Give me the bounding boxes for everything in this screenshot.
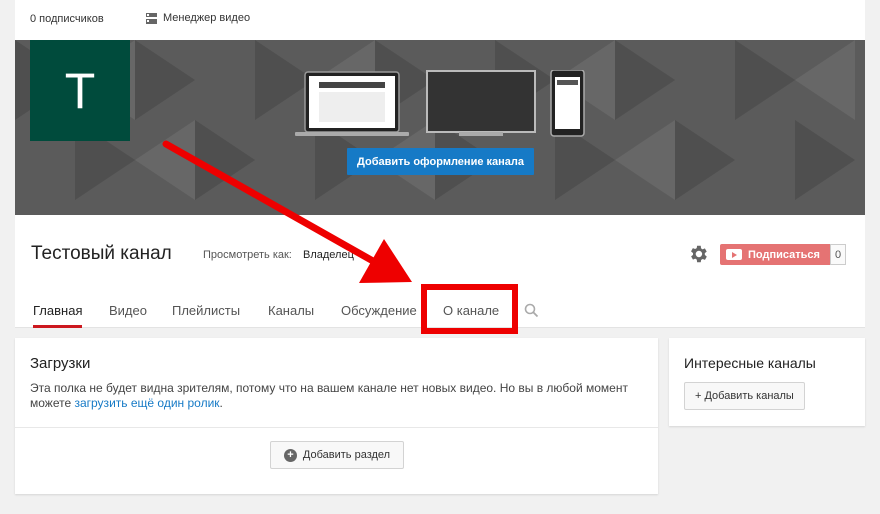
youtube-play-icon [726, 249, 742, 260]
view-as-label: Просмотреть как: [203, 249, 292, 261]
tab-channels[interactable]: Каналы [268, 303, 314, 328]
tab-playlists[interactable]: Плейлисты [172, 303, 240, 328]
channel-topbar: 0 подписчиков Менеджер видео [15, 0, 865, 40]
gear-icon[interactable] [687, 243, 709, 265]
view-as-select[interactable]: Владелец [303, 249, 354, 261]
video-manager-label: Менеджер видео [163, 12, 251, 24]
featured-channels-panel: Интересные каналы + Добавить каналы [669, 338, 865, 426]
subscribe-control: Подписаться 0 [720, 244, 847, 265]
uploads-info-end: . [219, 396, 223, 410]
shelf-divider [15, 427, 658, 428]
tab-discussion[interactable]: Обсуждение [341, 303, 417, 328]
devices-illustration-icon [295, 70, 585, 137]
channel-banner: T Добавить оформление канала [15, 40, 865, 215]
featured-channels-title: Интересные каналы [684, 355, 816, 371]
add-channels-button[interactable]: + Добавить каналы [684, 382, 805, 410]
uploads-title: Загрузки [30, 355, 91, 372]
about-tab-highlight [421, 284, 518, 334]
channel-avatar[interactable]: T [30, 40, 130, 141]
video-manager-link[interactable]: Менеджер видео [146, 12, 250, 24]
uploads-info: Эта полка не будет видна зрителям, потом… [30, 381, 670, 411]
subscribe-button[interactable]: Подписаться [720, 244, 830, 265]
subscribe-count: 0 [829, 244, 847, 265]
channel-title: Тестовый канал [31, 243, 172, 264]
search-icon[interactable] [524, 303, 539, 318]
tab-videos[interactable]: Видео [109, 303, 147, 328]
add-channel-art-button[interactable]: Добавить оформление канала [347, 148, 534, 175]
add-section-button[interactable]: + Добавить раздел [270, 441, 404, 469]
subscriber-count: 0 подписчиков [30, 13, 104, 25]
uploads-shelf: Загрузки Эта полка не будет видна зрител… [15, 338, 658, 494]
tab-home[interactable]: Главная [33, 303, 83, 328]
add-section-label: Добавить раздел [302, 449, 391, 461]
plus-circle-icon: + [283, 448, 297, 462]
upload-video-link[interactable]: загрузить ещё один ролик [74, 396, 219, 410]
subscribe-label: Подписаться [748, 248, 820, 261]
video-manager-icon [146, 12, 157, 24]
